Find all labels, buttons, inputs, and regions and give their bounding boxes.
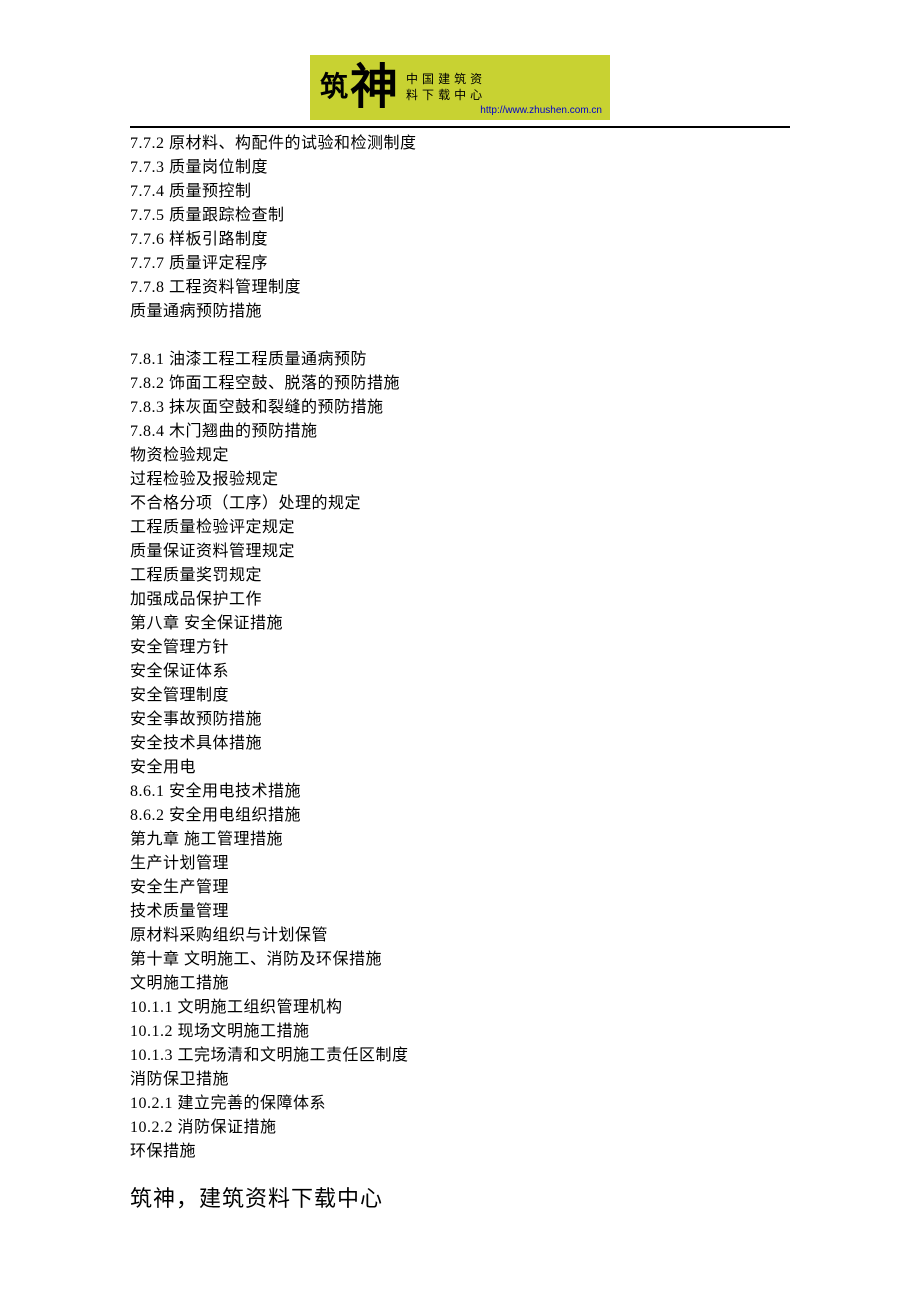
tagline-col: 筑中 [454, 72, 466, 103]
toc-line: 安全技术具体措施 [130, 732, 790, 756]
toc-line: 生产计划管理 [130, 852, 790, 876]
toc-line: 过程检验及报验规定 [130, 468, 790, 492]
tagline-col: 国下 [422, 72, 434, 103]
toc-line: 安全管理制度 [130, 684, 790, 708]
header-divider [130, 126, 790, 128]
tagline-col: 资心 [470, 72, 482, 103]
toc-line: 安全管理方针 [130, 636, 790, 660]
toc-line: 7.7.4 质量预控制 [130, 180, 790, 204]
toc-line: 10.1.2 现场文明施工措施 [130, 1020, 790, 1044]
toc-line: 第十章 文明施工、消防及环保措施 [130, 948, 790, 972]
toc-line: 质量通病预防措施 [130, 300, 790, 324]
toc-line: 7.8.2 饰面工程空鼓、脱落的预防措施 [130, 372, 790, 396]
toc-line: 不合格分项（工序）处理的规定 [130, 492, 790, 516]
toc-line: 技术质量管理 [130, 900, 790, 924]
toc-line: 7.7.3 质量岗位制度 [130, 156, 790, 180]
toc-line: 8.6.2 安全用电组织措施 [130, 804, 790, 828]
document-body: 7.7.2 原材料、构配件的试验和检测制度 7.7.3 质量岗位制度 7.7.4… [130, 132, 790, 1164]
toc-line: 工程质量检验评定规定 [130, 516, 790, 540]
toc-line: 7.7.5 质量跟踪检查制 [130, 204, 790, 228]
toc-line: 安全生产管理 [130, 876, 790, 900]
page-header: 筑 神 中料 国下 建载 筑中 资心 http://www.zhushen.co… [130, 55, 790, 120]
toc-line: 7.7.2 原材料、构配件的试验和检测制度 [130, 132, 790, 156]
toc-line: 7.7.7 质量评定程序 [130, 252, 790, 276]
logo-char-zhu: 筑 [320, 67, 348, 109]
toc-line: 安全用电 [130, 756, 790, 780]
toc-line: 7.7.8 工程资料管理制度 [130, 276, 790, 300]
toc-line: 7.7.6 样板引路制度 [130, 228, 790, 252]
toc-line: 物资检验规定 [130, 444, 790, 468]
tagline-col: 中料 [406, 72, 418, 103]
tagline-col: 建载 [438, 72, 450, 103]
toc-line: 8.6.1 安全用电技术措施 [130, 780, 790, 804]
blank-line [130, 324, 790, 348]
toc-line: 质量保证资料管理规定 [130, 540, 790, 564]
toc-line: 消防保卫措施 [130, 1068, 790, 1092]
toc-line: 第九章 施工管理措施 [130, 828, 790, 852]
toc-line: 10.2.1 建立完善的保障体系 [130, 1092, 790, 1116]
toc-line: 第八章 安全保证措施 [130, 612, 790, 636]
logo-banner: 筑 神 中料 国下 建载 筑中 资心 http://www.zhushen.co… [310, 55, 610, 120]
toc-line: 7.8.1 油漆工程工程质量通病预防 [130, 348, 790, 372]
toc-line: 7.8.4 木门翘曲的预防措施 [130, 420, 790, 444]
logo-char-shen: 神 [350, 64, 398, 112]
toc-line: 10.1.1 文明施工组织管理机构 [130, 996, 790, 1020]
toc-line: 10.1.3 工完场清和文明施工责任区制度 [130, 1044, 790, 1068]
toc-line: 加强成品保护工作 [130, 588, 790, 612]
toc-line: 工程质量奖罚规定 [130, 564, 790, 588]
logo-url: http://www.zhushen.com.cn [480, 103, 602, 118]
toc-line: 7.8.3 抹灰面空鼓和裂缝的预防措施 [130, 396, 790, 420]
toc-line: 安全事故预防措施 [130, 708, 790, 732]
logo-text: 筑 神 [320, 64, 398, 112]
logo-tagline: 中料 国下 建载 筑中 资心 [406, 72, 482, 103]
toc-line: 安全保证体系 [130, 660, 790, 684]
toc-line: 环保措施 [130, 1140, 790, 1164]
toc-line: 原材料采购组织与计划保管 [130, 924, 790, 948]
footer-text: 筑神，建筑资料下载中心 [130, 1182, 790, 1215]
toc-line: 10.2.2 消防保证措施 [130, 1116, 790, 1140]
toc-line: 文明施工措施 [130, 972, 790, 996]
